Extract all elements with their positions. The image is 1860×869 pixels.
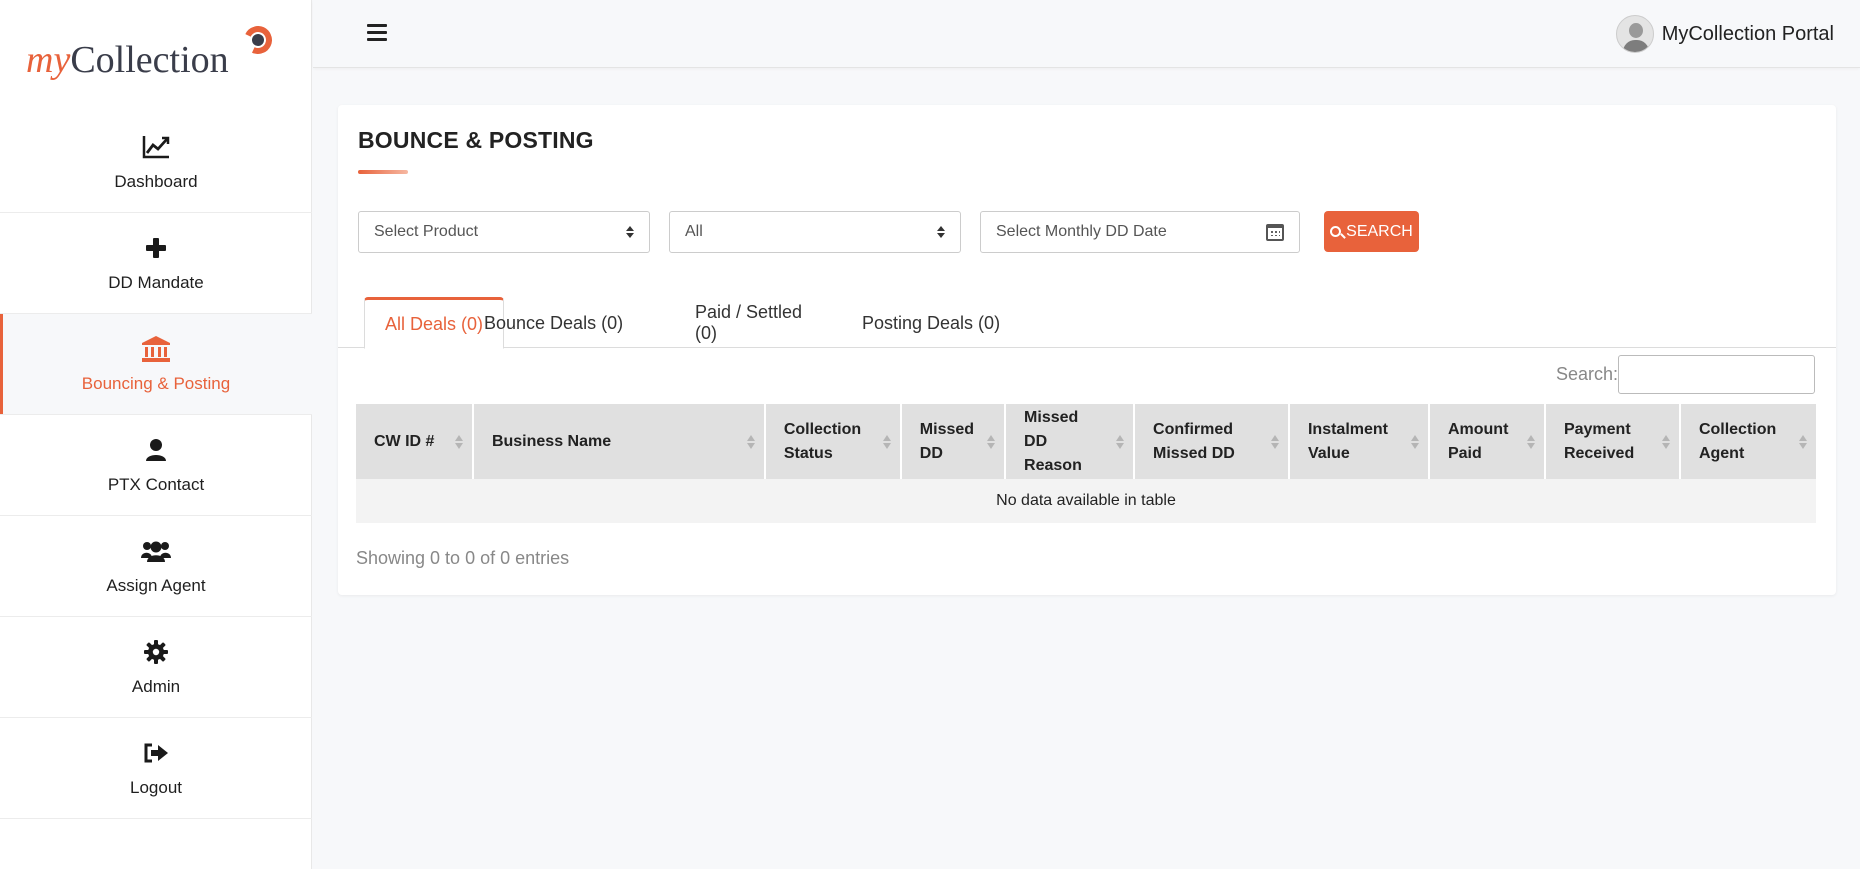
tab-bounce-deals[interactable]: Bounce Deals (0)	[464, 297, 670, 349]
sidebar-item-label: Admin	[131, 677, 181, 696]
logo-text-my: my	[26, 39, 71, 81]
monthly-dd-date-input[interactable]: Select Monthly DD Date	[980, 211, 1300, 253]
table-search-input[interactable]	[1618, 355, 1815, 394]
column-header-amount-paid[interactable]: Amount Paid	[1428, 404, 1546, 479]
sort-icon	[746, 434, 755, 449]
avatar	[1615, 15, 1654, 53]
column-header-label: Missed DD	[1024, 408, 1079, 450]
topbar: MyCollection Portal	[313, 0, 1860, 68]
sidebar-item-ptx-contact[interactable]: PTX Contact	[0, 415, 312, 516]
column-header-label: Payment	[1563, 420, 1631, 438]
sidebar-item-bouncing-posting[interactable]: Bouncing & Posting	[0, 314, 312, 415]
column-header-label: Instalment	[1307, 420, 1388, 438]
menu-toggle-icon[interactable]	[367, 24, 387, 42]
search-icon	[1330, 226, 1342, 237]
column-header-label: Confirmed	[1153, 420, 1234, 438]
column-header-label: CW ID #	[374, 432, 435, 450]
column-header-label: Collection	[1698, 420, 1777, 438]
sidebar: my Collection Dashboard DD Mandate Bounci…	[0, 0, 312, 869]
column-header-cw-id[interactable]: CW ID #	[356, 404, 474, 479]
sort-icon	[987, 434, 996, 449]
sort-icon	[1410, 434, 1419, 449]
chart-line-icon	[141, 132, 171, 162]
sidebar-item-label: Dashboard	[114, 172, 198, 191]
title-underline	[358, 170, 408, 174]
user-menu[interactable]: MyCollection Portal	[1615, 15, 1834, 53]
sidebar-item-label: PTX Contact	[107, 475, 205, 494]
column-header-label: Reason	[1024, 456, 1082, 474]
column-header-label: Missed DD	[1153, 444, 1235, 462]
table-row: No data available in table	[356, 479, 1816, 523]
sidebar-item-dd-mandate[interactable]: DD Mandate	[0, 213, 312, 314]
tab-paid-settled[interactable]: Paid / Settled (0)	[675, 297, 847, 349]
sort-icon	[1116, 434, 1125, 449]
column-header-instalment-value[interactable]: Instalment Value	[1288, 404, 1430, 479]
status-select[interactable]: All	[669, 211, 961, 253]
column-header-confirmed-missed-dd[interactable]: Confirmed Missed DD	[1134, 404, 1290, 479]
sort-icon	[882, 434, 891, 449]
bounce-posting-card: BOUNCE & POSTING Select Product All Sele…	[338, 105, 1836, 595]
brand-logo[interactable]: my Collection	[26, 22, 276, 82]
sort-icon	[454, 434, 463, 449]
column-header-missed-dd[interactable]: Missed DD	[900, 404, 1007, 479]
user-icon	[145, 435, 167, 465]
sort-caret-icon	[937, 226, 945, 238]
search-button-label: SEARCH	[1346, 222, 1413, 240]
table-info: Showing 0 to 0 of 0 entries	[356, 548, 570, 568]
user-name: MyCollection Portal	[1661, 22, 1834, 45]
tab-posting-deals[interactable]: Posting Deals (0)	[842, 297, 1042, 349]
column-header-label: Agent	[1698, 444, 1745, 462]
logo-text-collection: Collection	[70, 39, 229, 81]
sidebar-item-label: DD Mandate	[108, 273, 204, 292]
column-header-label: Status	[783, 444, 833, 462]
sidebar-item-label: Assign Agent	[106, 576, 206, 595]
column-header-label: Received	[1563, 444, 1635, 462]
sidebar-item-logout[interactable]: Logout	[0, 718, 312, 819]
bank-icon	[141, 334, 171, 364]
sidebar-item-dashboard[interactable]: Dashboard	[0, 112, 312, 213]
sort-icon	[1799, 434, 1807, 449]
product-select-value: Select Product	[374, 223, 479, 240]
column-header-label: Business Name	[491, 432, 612, 450]
sidebar-item-assign-agent[interactable]: Assign Agent	[0, 516, 312, 617]
product-select[interactable]: Select Product	[358, 211, 650, 253]
column-header-label: DD	[919, 444, 943, 462]
column-header-collection-status[interactable]: Collection Status	[764, 404, 902, 479]
sort-caret-icon	[626, 226, 634, 238]
sort-icon	[1270, 434, 1279, 449]
deals-table: CW ID # Business Name Collection Status M…	[356, 404, 1816, 523]
sort-icon	[1526, 434, 1535, 449]
calendar-icon[interactable]	[1266, 223, 1284, 241]
column-header-label: Value	[1307, 444, 1350, 462]
status-select-value: All	[685, 223, 703, 240]
sort-icon	[1661, 434, 1670, 449]
gear-icon	[144, 637, 168, 667]
column-header-label: Paid	[1447, 444, 1482, 462]
deal-tabs: All Deals (0) Bounce Deals (0) Paid / Se…	[338, 291, 1836, 349]
sidebar-item-label: Bouncing & Posting	[81, 374, 231, 393]
empty-table-message: No data available in table	[356, 479, 1816, 523]
logo-dot-icon	[252, 34, 264, 46]
column-header-label: Collection	[783, 420, 862, 438]
sidebar-nav: Dashboard DD Mandate Bouncing & Posting …	[0, 112, 312, 819]
sidebar-item-label: Logout	[130, 778, 182, 797]
users-icon	[141, 536, 171, 566]
column-header-business-name[interactable]: Business Name	[472, 404, 766, 479]
column-header-label: Missed	[919, 420, 975, 438]
column-header-payment-received[interactable]: Payment Received	[1544, 404, 1681, 479]
date-input-placeholder: Select Monthly DD Date	[996, 223, 1167, 240]
column-header-collection-agent[interactable]: Collection Agent	[1679, 404, 1816, 479]
sign-out-icon	[143, 738, 169, 768]
table-search-label: Search:	[1556, 364, 1619, 384]
plus-icon	[145, 233, 167, 263]
column-header-label: Amount	[1447, 420, 1509, 438]
sidebar-item-admin[interactable]: Admin	[0, 617, 312, 718]
search-button[interactable]: SEARCH	[1324, 211, 1419, 252]
page-title: BOUNCE & POSTING	[358, 127, 594, 153]
column-header-missed-dd-reason[interactable]: Missed DD Reason	[1005, 404, 1136, 479]
